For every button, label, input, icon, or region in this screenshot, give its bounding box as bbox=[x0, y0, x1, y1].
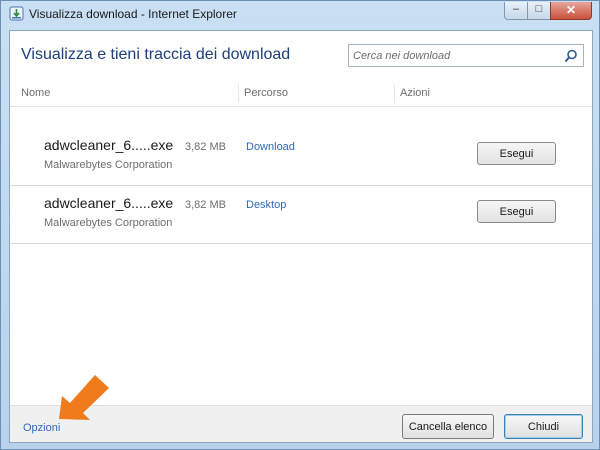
clear-list-button[interactable]: Cancella elenco bbox=[402, 414, 494, 439]
annotation-arrow-icon bbox=[59, 375, 109, 420]
minimize-icon: – bbox=[512, 3, 520, 15]
search-icon[interactable] bbox=[564, 49, 578, 63]
minimize-button[interactable]: – bbox=[504, 2, 528, 20]
location-link[interactable]: Download bbox=[246, 141, 295, 153]
maximize-button[interactable]: □ bbox=[527, 2, 551, 20]
page-title: Visualizza e tieni traccia dei download bbox=[21, 46, 291, 63]
search-box[interactable] bbox=[348, 44, 584, 67]
column-header-name[interactable]: Nome bbox=[21, 87, 50, 99]
column-divider bbox=[238, 84, 239, 103]
location-link[interactable]: Desktop bbox=[246, 199, 286, 211]
column-header-location[interactable]: Percorso bbox=[244, 87, 288, 99]
close-button[interactable]: Chiudi bbox=[504, 414, 583, 439]
file-size: 3,82 MB bbox=[185, 141, 226, 153]
title-bar[interactable]: Visualizza download - Internet Explorer … bbox=[1, 1, 599, 27]
download-row[interactable]: adwcleaner_6.....exe 3,82 MB Malwarebyte… bbox=[10, 187, 592, 244]
window-title: Visualizza download - Internet Explorer bbox=[29, 7, 237, 21]
column-divider bbox=[394, 84, 395, 103]
download-row[interactable]: adwcleaner_6.....exe 3,82 MB Malwarebyte… bbox=[10, 129, 592, 186]
close-icon: ✕ bbox=[565, 3, 577, 17]
maximize-icon: □ bbox=[535, 3, 543, 15]
options-link[interactable]: Opzioni bbox=[23, 422, 60, 434]
download-manager-window: Visualizza download - Internet Explorer … bbox=[0, 0, 600, 450]
column-headers: Nome Percorso Azioni bbox=[10, 81, 592, 107]
run-button[interactable]: Esegui bbox=[477, 200, 556, 223]
download-manager-icon bbox=[9, 6, 24, 21]
file-publisher: Malwarebytes Corporation bbox=[44, 217, 173, 229]
close-window-button[interactable]: ✕ bbox=[550, 2, 592, 20]
search-input[interactable] bbox=[353, 48, 558, 63]
file-size: 3,82 MB bbox=[185, 199, 226, 211]
column-header-actions[interactable]: Azioni bbox=[400, 87, 430, 99]
file-name: adwcleaner_6.....exe bbox=[44, 137, 174, 153]
file-name: adwcleaner_6.....exe bbox=[44, 195, 174, 211]
file-publisher: Malwarebytes Corporation bbox=[44, 159, 173, 171]
run-button[interactable]: Esegui bbox=[477, 142, 556, 165]
